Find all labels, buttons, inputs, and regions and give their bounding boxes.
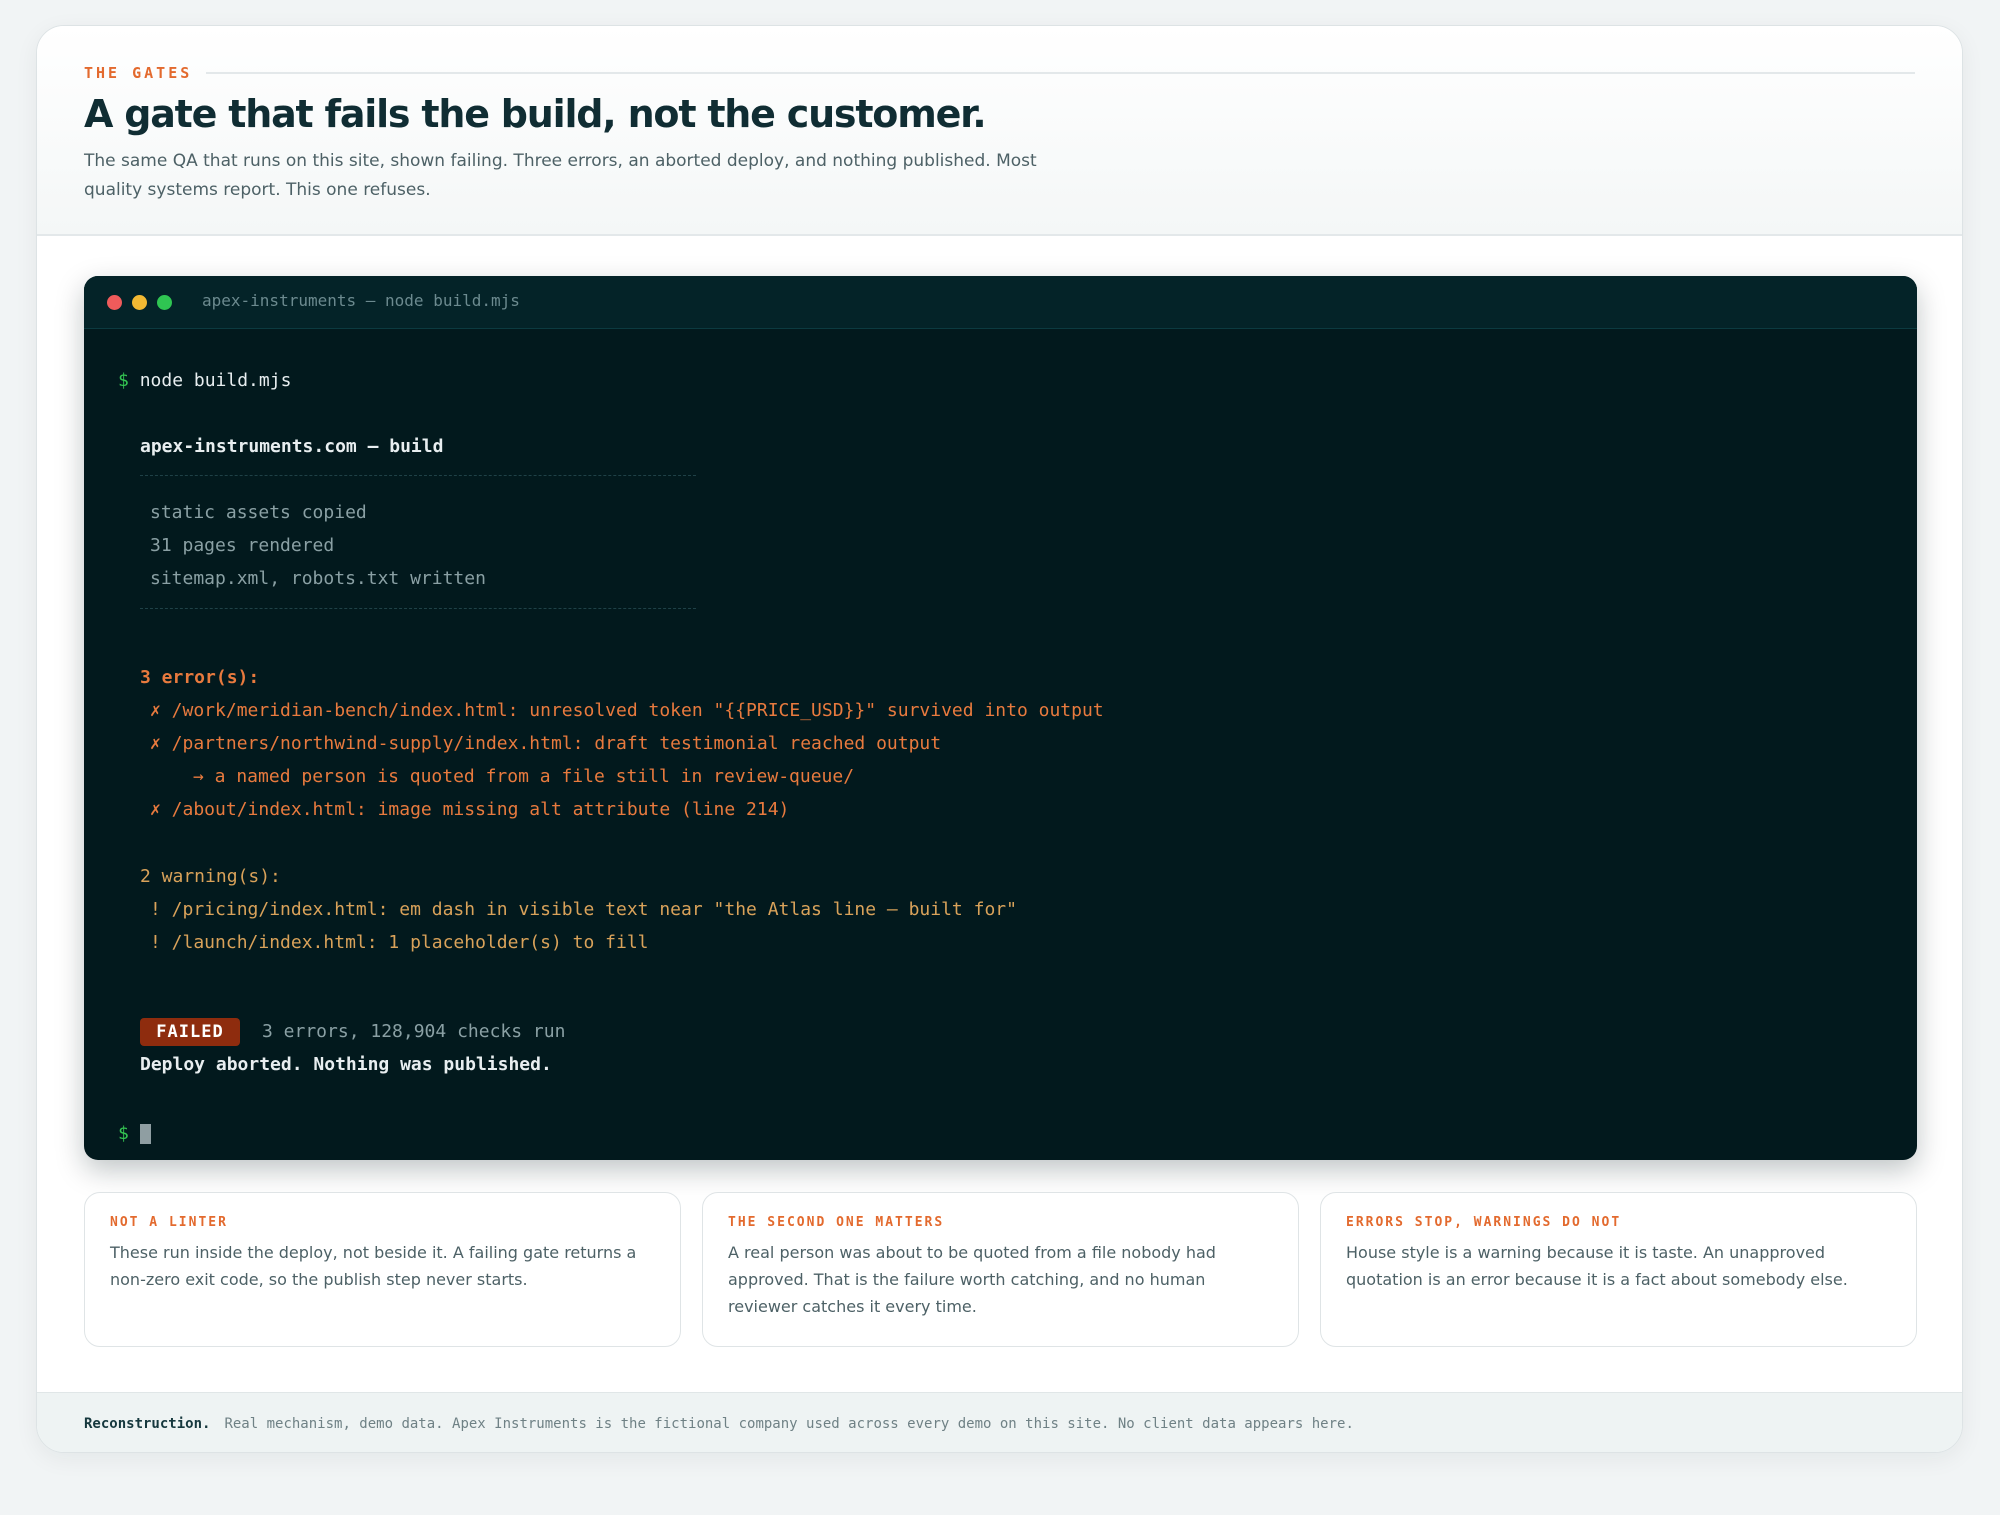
eyebrow-divider: [206, 72, 1915, 74]
footer-disclaimer: Reconstruction. Real mechanism, demo dat…: [37, 1392, 1962, 1452]
status-summary: 3 errors, 128,904 checks run: [262, 1021, 566, 1042]
errors-header: 3 error(s):: [140, 667, 260, 688]
error-detail-line: → a named person is quoted from a file s…: [193, 766, 855, 787]
warning-line: ! /pricing/index.html: em dash in visibl…: [150, 899, 1017, 920]
note-title: ERRORS STOP, WARNINGS DO NOT: [1346, 1215, 1622, 1230]
terminal-title-bar: apex-instruments — node build.mjs: [84, 276, 1917, 329]
note-card-errors-stop: ERRORS STOP, WARNINGS DO NOT House style…: [1320, 1192, 1917, 1347]
error-line: ✗ /about/index.html: image missing alt a…: [150, 799, 790, 820]
footer-label: Reconstruction.: [84, 1415, 211, 1432]
build-title: apex-instruments.com — build: [140, 436, 444, 457]
section-header: THE GATES A gate that fails the build, n…: [37, 26, 1962, 236]
page-subtitle: The same QA that runs on this site, show…: [84, 151, 1037, 200]
footer-text: Real mechanism, demo data. Apex Instrume…: [224, 1415, 1354, 1432]
build-step: static assets copied: [150, 502, 367, 523]
notes-row: NOT A LINTER These run inside the deploy…: [84, 1192, 1917, 1347]
note-title: THE SECOND ONE MATTERS: [728, 1215, 945, 1230]
terminal-window-title: apex-instruments — node build.mjs: [202, 291, 520, 310]
failed-status-badge: FAILED: [140, 1018, 240, 1046]
close-window-dot[interactable]: [107, 295, 122, 310]
section-eyebrow: THE GATES: [84, 64, 193, 82]
command-text: node build.mjs: [139, 370, 292, 391]
command-line: $ node build.mjs: [118, 369, 291, 393]
page-title: A gate that fails the build, not the cus…: [84, 92, 987, 136]
terminal-cursor[interactable]: [140, 1124, 151, 1144]
warning-line: ! /launch/index.html: 1 placeholder(s) t…: [150, 932, 649, 953]
note-body: These run inside the deploy, not beside …: [110, 1243, 637, 1289]
build-step: 31 pages rendered: [150, 535, 335, 556]
note-card-not-a-linter: NOT A LINTER These run inside the deploy…: [84, 1192, 681, 1347]
error-line: ✗ /partners/northwind-supply/index.html:…: [150, 733, 942, 754]
note-title: NOT A LINTER: [110, 1215, 228, 1230]
prompt-symbol: $: [118, 1123, 129, 1144]
prompt-symbol: $: [118, 370, 129, 391]
warnings-header: 2 warning(s):: [140, 866, 281, 887]
build-step: sitemap.xml, robots.txt written: [150, 568, 486, 589]
deploy-aborted-message: Deploy aborted. Nothing was published.: [140, 1054, 552, 1075]
note-body: House style is a warning because it is t…: [1346, 1243, 1848, 1289]
minimize-window-dot[interactable]: [132, 295, 147, 310]
maximize-window-dot[interactable]: [157, 295, 172, 310]
note-body: A real person was about to be quoted fro…: [728, 1243, 1216, 1316]
output-divider: [140, 475, 696, 476]
eyebrow-row: THE GATES: [84, 64, 1915, 82]
error-line: ✗ /work/meridian-bench/index.html: unres…: [150, 700, 1104, 721]
gates-card: THE GATES A gate that fails the build, n…: [36, 25, 1963, 1453]
output-divider: [140, 608, 696, 609]
terminal-window: apex-instruments — node build.mjs $ node…: [84, 276, 1917, 1160]
note-card-second-one-matters: THE SECOND ONE MATTERS A real person was…: [702, 1192, 1299, 1347]
